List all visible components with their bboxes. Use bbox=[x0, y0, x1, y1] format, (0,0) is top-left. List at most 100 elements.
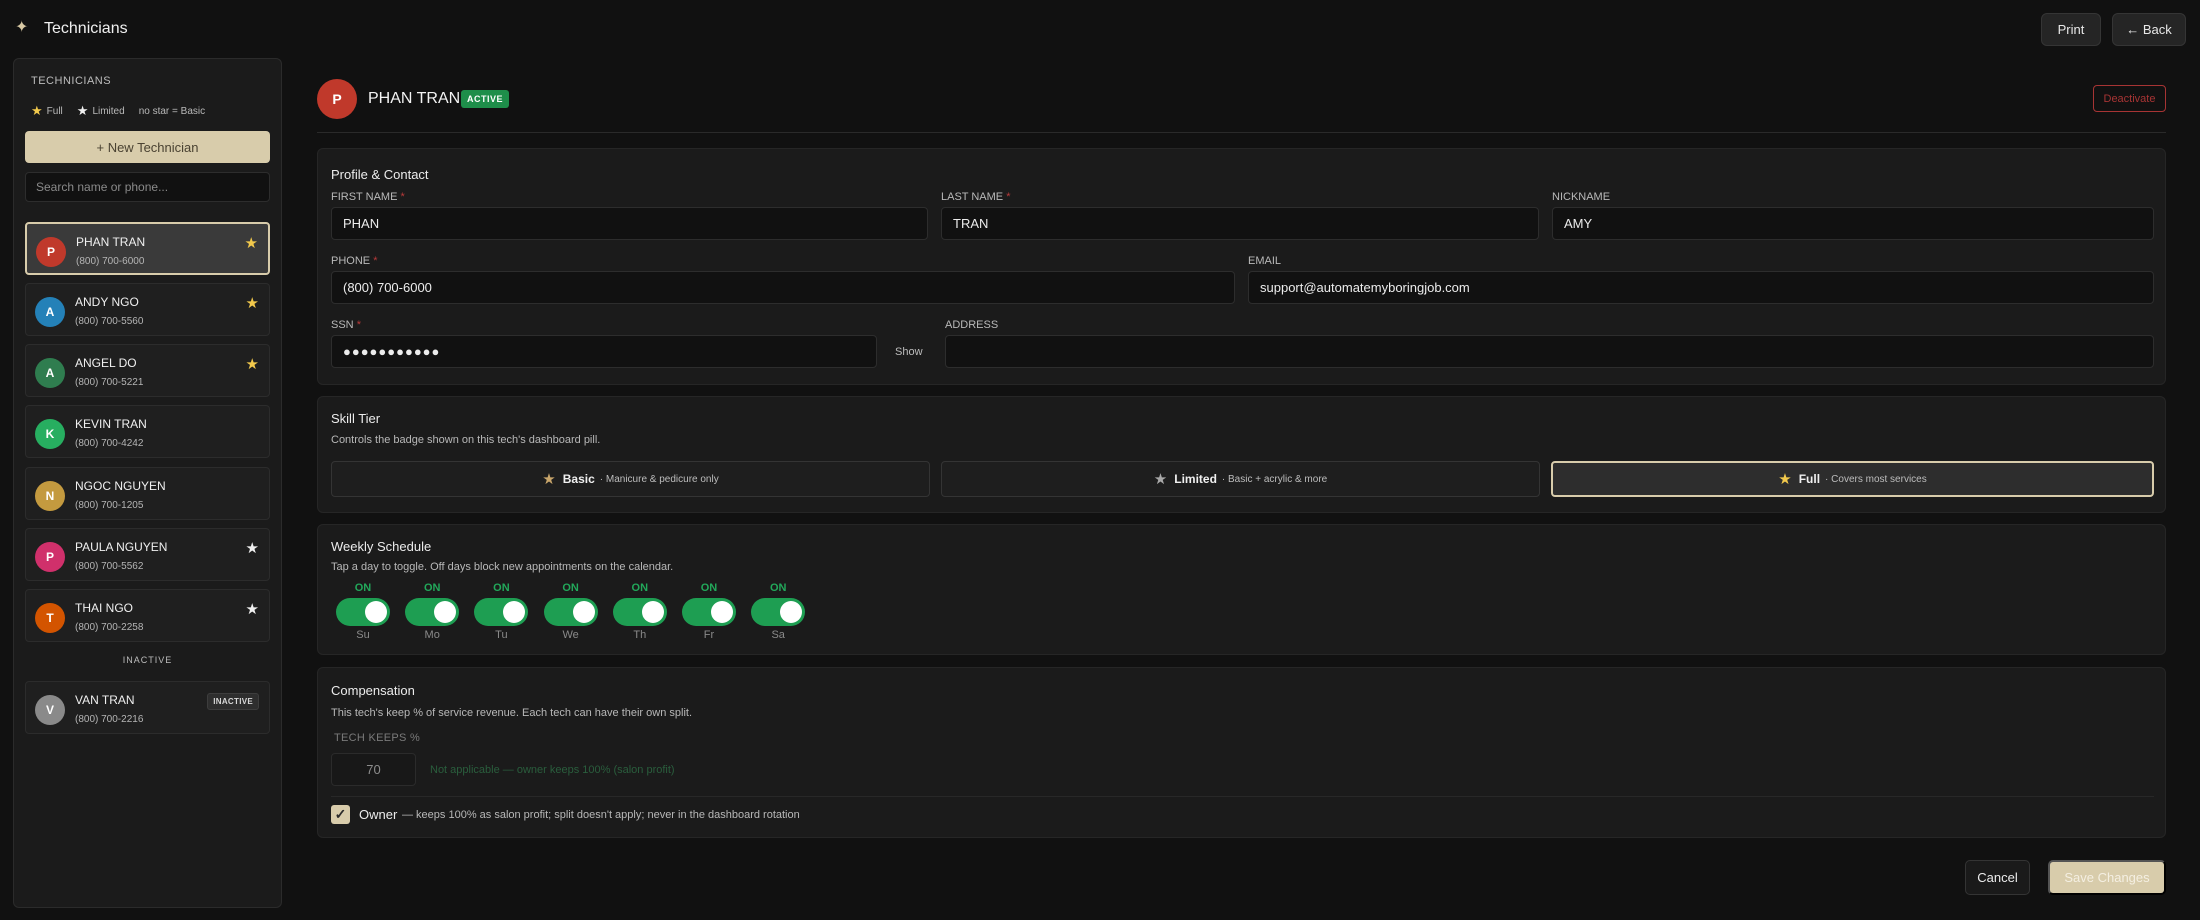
section-title: Skill Tier bbox=[331, 411, 381, 426]
divider bbox=[331, 796, 2154, 797]
day-toggle-fr[interactable]: ON Fr bbox=[681, 582, 737, 641]
star-icon: ★ bbox=[1153, 471, 1168, 488]
owner-description: — keeps 100% as salon profit; split does… bbox=[402, 809, 800, 821]
technician-name: KEVIN TRAN bbox=[75, 417, 147, 431]
compensation-panel: Compensation This tech's keep % of servi… bbox=[317, 667, 2166, 838]
profile-contact-panel: Profile & Contact FIRST NAME * PHAN LAST… bbox=[317, 148, 2166, 385]
star-gold-icon: ★ bbox=[244, 235, 258, 252]
day-name: Th bbox=[633, 629, 647, 641]
avatar: P bbox=[35, 542, 65, 572]
technician-card-inactive[interactable]: V VAN TRAN (800) 700-2216 INACTIVE bbox=[25, 681, 270, 734]
technician-phone: (800) 700-2216 bbox=[75, 714, 144, 725]
save-button[interactable]: Save Changes bbox=[2048, 860, 2166, 895]
day-state: ON bbox=[631, 582, 649, 594]
toggle-switch[interactable] bbox=[751, 598, 806, 626]
toggle-knob bbox=[711, 601, 733, 623]
star-white-icon: ★ bbox=[245, 540, 259, 557]
tier-limited-button[interactable]: ★ Limited · Basic + acrylic & more bbox=[941, 461, 1540, 497]
day-toggle-su[interactable]: ON Su bbox=[335, 582, 391, 641]
email-field[interactable]: support@automatemyboringjob.com bbox=[1248, 271, 2154, 304]
inactive-heading: INACTIVE bbox=[122, 655, 173, 665]
deactivate-button[interactable]: Deactivate bbox=[2093, 85, 2166, 112]
day-toggle-th[interactable]: ON Th bbox=[612, 582, 668, 641]
legend-full: Full bbox=[46, 105, 63, 117]
toggle-knob bbox=[572, 601, 595, 623]
last-name-label: LAST NAME * bbox=[941, 191, 1011, 203]
day-state: ON bbox=[493, 582, 510, 594]
technician-card[interactable]: T THAI NGO (800) 700-2258 ★ bbox=[25, 589, 270, 642]
technician-name: VAN TRAN bbox=[75, 693, 135, 707]
owner-checkbox[interactable]: ✓ bbox=[331, 805, 350, 824]
toggle-switch[interactable] bbox=[405, 598, 460, 626]
day-toggle-sa[interactable]: ON Sa bbox=[750, 582, 806, 641]
back-button[interactable]: ← Back bbox=[2112, 13, 2186, 46]
section-title: Profile & Contact bbox=[331, 167, 429, 182]
day-name: Tu bbox=[495, 629, 508, 641]
section-title: Compensation bbox=[331, 683, 415, 698]
technician-name: PHAN TRAN bbox=[76, 235, 146, 249]
avatar: K bbox=[35, 419, 65, 449]
technician-phone: (800) 700-2258 bbox=[75, 622, 144, 633]
tech-keeps-label: TECH KEEPS % bbox=[334, 732, 421, 744]
toggle-knob bbox=[641, 601, 664, 623]
star-icon: ★ bbox=[1778, 471, 1792, 488]
technician-card[interactable]: P PAULA NGUYEN (800) 700-5562 ★ bbox=[25, 528, 270, 581]
technician-phone: (800) 700-6000 bbox=[76, 256, 145, 267]
tech-keeps-field[interactable]: 70 bbox=[331, 753, 416, 786]
ssn-show-button[interactable]: Show bbox=[895, 346, 923, 358]
ssn-field[interactable]: ●●●●●●●●●●● bbox=[331, 335, 877, 368]
toggle-knob bbox=[365, 601, 387, 623]
star-gold-icon: ★ bbox=[245, 356, 259, 373]
tier-full-button[interactable]: ★ Full · Covers most services bbox=[1551, 461, 2154, 497]
toggle-switch[interactable] bbox=[612, 598, 667, 626]
phone-label: PHONE * bbox=[331, 255, 378, 267]
day-toggle-mo[interactable]: ON Mo bbox=[404, 582, 460, 641]
technician-name: NGOC NGUYEN bbox=[75, 479, 166, 493]
avatar: T bbox=[35, 603, 65, 633]
print-button[interactable]: Print bbox=[2041, 13, 2101, 46]
status-badge: INACTIVE bbox=[207, 693, 259, 710]
technician-card[interactable]: N NGOC NGUYEN (800) 700-1205 bbox=[25, 467, 270, 520]
technician-card[interactable]: P PHAN TRAN (800) 700-6000 ★ bbox=[25, 222, 270, 275]
day-toggle-we[interactable]: ON We bbox=[543, 582, 599, 641]
phone-field[interactable]: (800) 700-6000 bbox=[331, 271, 1235, 304]
technician-card[interactable]: A ANGEL DO (800) 700-5221 ★ bbox=[25, 344, 270, 397]
technician-phone: (800) 700-5562 bbox=[75, 561, 144, 572]
first-name-field[interactable]: PHAN bbox=[331, 207, 928, 240]
last-name-field[interactable]: TRAN bbox=[941, 207, 1539, 240]
address-field[interactable] bbox=[945, 335, 2154, 368]
cancel-button[interactable]: Cancel bbox=[1965, 860, 2030, 895]
technician-card[interactable]: A ANDY NGO (800) 700-5560 ★ bbox=[25, 283, 270, 336]
star-white-icon: ★ bbox=[76, 103, 89, 118]
tier-basic-button[interactable]: ★ Basic · Manicure & pedicure only bbox=[331, 461, 930, 497]
avatar: V bbox=[35, 695, 65, 725]
toggle-switch[interactable] bbox=[336, 598, 390, 626]
technician-phone: (800) 700-1205 bbox=[75, 500, 144, 511]
technician-card[interactable]: K KEVIN TRAN (800) 700-4242 bbox=[25, 405, 270, 458]
new-technician-button[interactable]: + New Technician bbox=[25, 131, 270, 163]
legend-limited: Limited bbox=[92, 105, 125, 117]
technician-phone: (800) 700-4242 bbox=[75, 438, 144, 449]
toggle-knob bbox=[780, 601, 803, 623]
section-title: Weekly Schedule bbox=[331, 539, 432, 554]
avatar: A bbox=[35, 297, 65, 327]
legend-basic: no star = Basic bbox=[138, 105, 206, 117]
day-name: We bbox=[562, 629, 579, 641]
toggle-knob bbox=[434, 601, 457, 623]
toggle-switch[interactable] bbox=[682, 598, 736, 626]
ssn-label: SSN * bbox=[331, 319, 361, 331]
technician-sidebar: TECHNICIANS ★ Full ★ Limited no star = Bas… bbox=[13, 58, 282, 908]
day-toggle-tu[interactable]: ON Tu bbox=[473, 582, 529, 641]
toggle-knob bbox=[503, 601, 526, 623]
weekly-schedule-panel: Weekly Schedule Tap a day to toggle. Off… bbox=[317, 524, 2166, 655]
technician-name: ANDY NGO bbox=[75, 295, 139, 309]
toggle-switch[interactable] bbox=[543, 598, 598, 626]
day-name: Mo bbox=[424, 629, 440, 641]
day-name: Fr bbox=[703, 629, 715, 641]
day-name: Sa bbox=[771, 629, 785, 641]
nickname-field[interactable]: AMY bbox=[1552, 207, 2154, 240]
search-input[interactable] bbox=[25, 172, 270, 202]
toggle-switch[interactable] bbox=[474, 598, 529, 626]
divider bbox=[317, 132, 2166, 133]
email-label: EMAIL bbox=[1248, 255, 1282, 267]
